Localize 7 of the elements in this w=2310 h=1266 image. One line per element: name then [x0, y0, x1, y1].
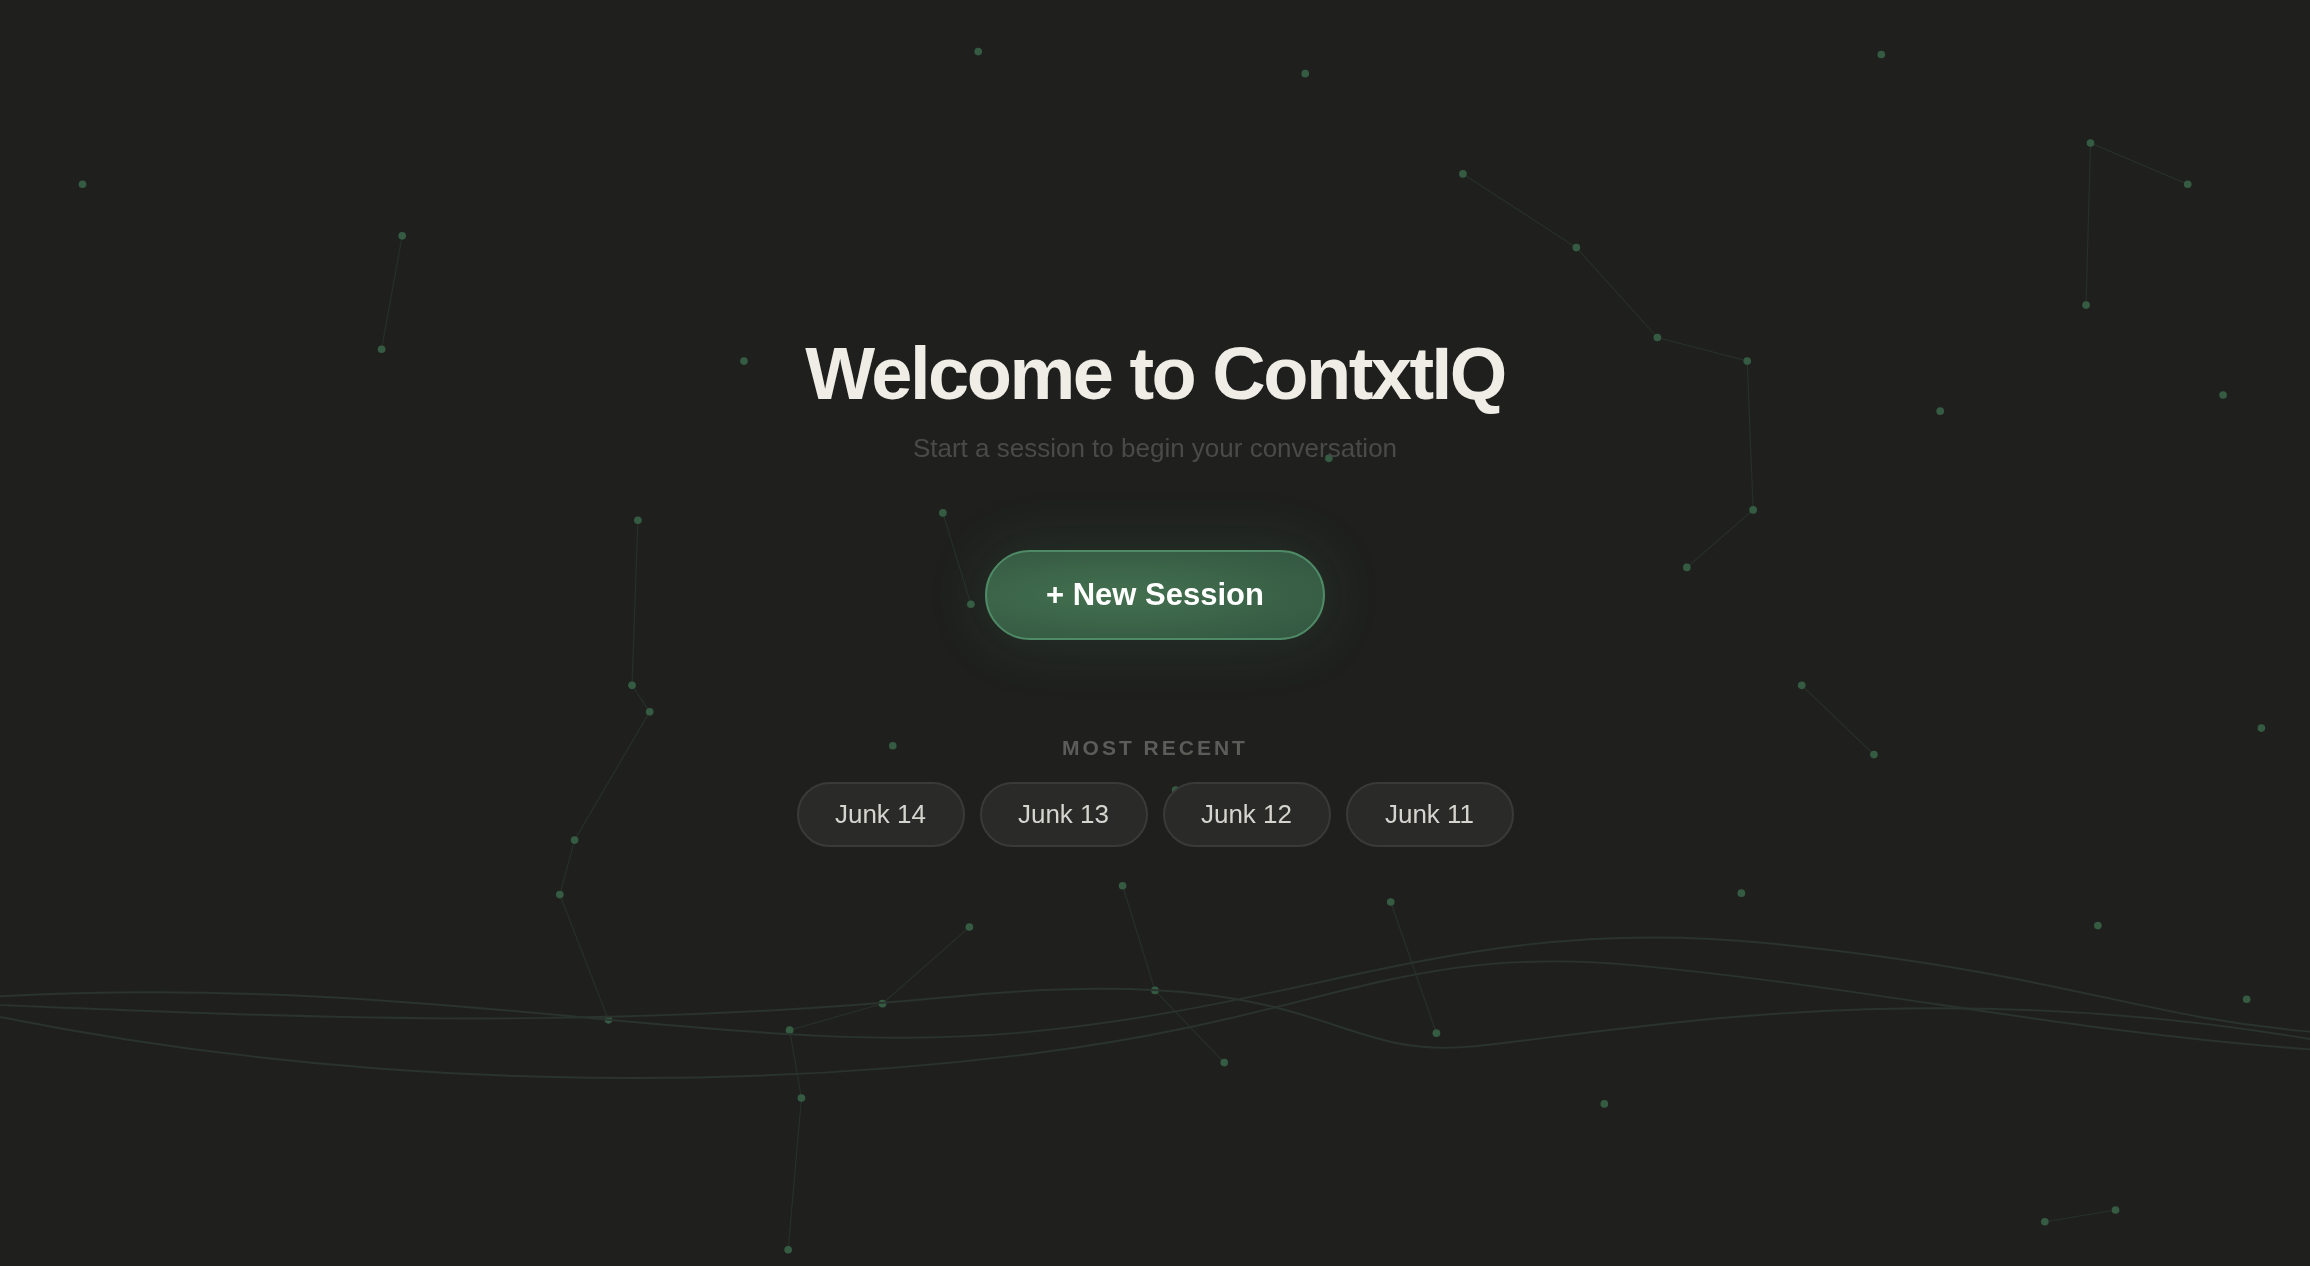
new-session-button[interactable]: + New Session [985, 549, 1325, 640]
recent-session-chip[interactable]: Junk 11 [1345, 781, 1514, 847]
recent-session-chip[interactable]: Junk 12 [1162, 781, 1331, 847]
welcome-title: Welcome to ContxtIQ [805, 331, 1505, 417]
recent-session-chip[interactable]: Junk 14 [796, 781, 965, 847]
recent-session-chip[interactable]: Junk 13 [979, 781, 1148, 847]
recent-heading: MOST RECENT [1062, 735, 1248, 760]
